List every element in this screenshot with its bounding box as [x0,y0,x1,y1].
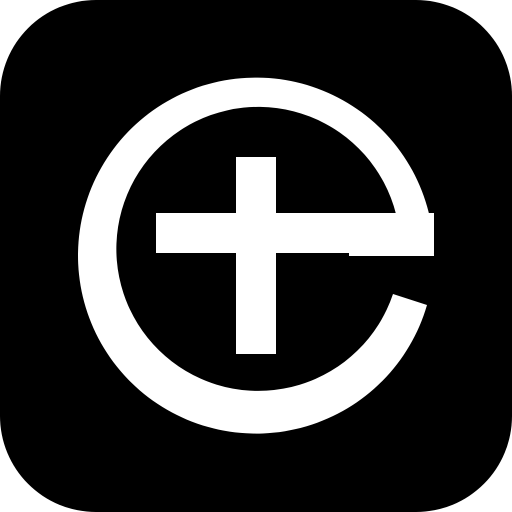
plus-vertical-bar [236,157,276,354]
e-plus-logo-icon [0,0,512,512]
plus-horizontal-bar [156,213,434,253]
app-icon [0,0,512,512]
